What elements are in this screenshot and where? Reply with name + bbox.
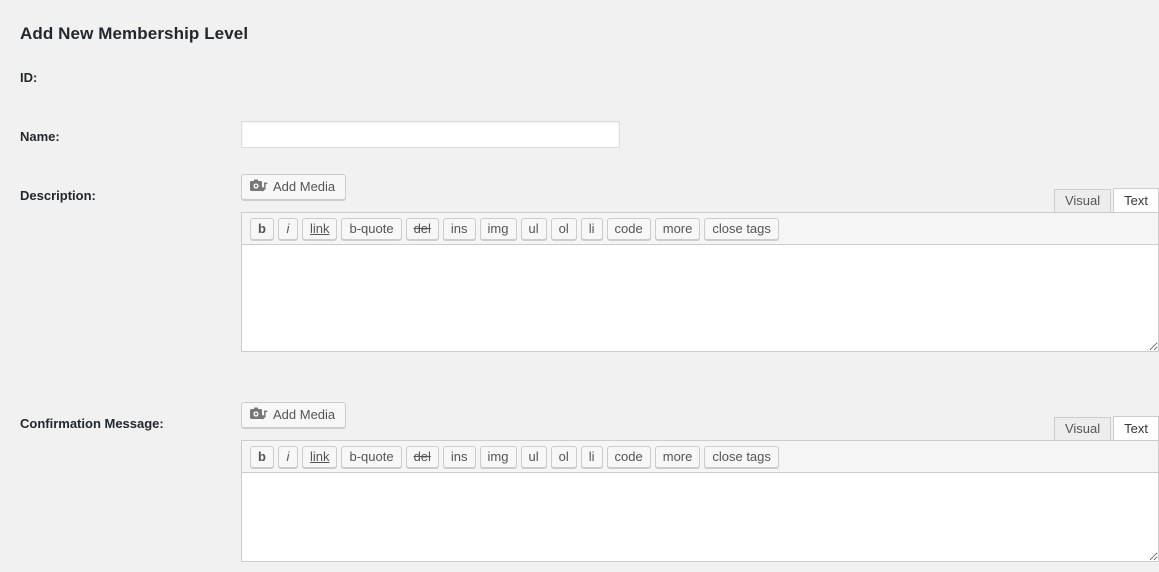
quicktag-del[interactable]: del — [405, 218, 439, 240]
description-editor-tabs: Visual Text — [1052, 185, 1159, 213]
description-textarea[interactable] — [241, 244, 1159, 352]
quicktag-ol[interactable]: ol — [550, 446, 577, 468]
media-icon — [250, 179, 268, 195]
page-title: Add New Membership Level — [20, 24, 249, 44]
add-media-label: Add Media — [273, 407, 336, 422]
quicktag-ul[interactable]: ul — [520, 446, 547, 468]
description-editor-toolbar: Add Media Visual Text — [241, 174, 1159, 213]
add-media-button-confirmation[interactable]: Add Media — [241, 402, 347, 428]
confirmation-editor-tabs: Visual Text — [1052, 413, 1159, 441]
quicktag-ul[interactable]: ul — [520, 218, 547, 240]
quicktag-i[interactable]: i — [277, 446, 298, 468]
name-input[interactable] — [241, 121, 620, 148]
quicktag-more[interactable]: more — [654, 446, 701, 468]
add-media-label: Add Media — [273, 179, 336, 194]
form-row-description: Description: Add Media Visual Text b i l… — [0, 174, 1159, 402]
quicktag-img[interactable]: img — [479, 218, 517, 240]
tab-text[interactable]: Text — [1113, 416, 1159, 441]
confirmation-editor-toolbar: Add Media Visual Text — [241, 402, 1159, 441]
quicktag-link[interactable]: link — [301, 218, 338, 240]
quicktag-code[interactable]: code — [606, 218, 651, 240]
quicktag-more[interactable]: more — [654, 218, 701, 240]
confirmation-label: Confirmation Message: — [20, 416, 164, 431]
form-row-name: Name: — [0, 115, 1159, 174]
quicktag-ins[interactable]: ins — [442, 446, 476, 468]
add-media-button[interactable]: Add Media — [241, 174, 347, 200]
tab-visual[interactable]: Visual — [1053, 189, 1112, 213]
name-field-cell — [241, 121, 620, 148]
quicktag-del[interactable]: del — [405, 446, 439, 468]
confirmation-editor: Add Media Visual Text b i link b-quote d… — [241, 402, 1159, 562]
quicktag-link[interactable]: link — [301, 446, 338, 468]
quicktag-close-tags[interactable]: close tags — [704, 218, 779, 240]
confirmation-field-cell: Add Media Visual Text b i link b-quote d… — [241, 402, 1159, 562]
tab-visual[interactable]: Visual — [1053, 417, 1112, 441]
quicktag-ins[interactable]: ins — [442, 218, 476, 240]
form-row-id: ID: — [0, 56, 1159, 115]
quicktag-i[interactable]: i — [277, 218, 298, 240]
confirmation-textarea[interactable] — [241, 472, 1159, 562]
quicktag-img[interactable]: img — [479, 446, 517, 468]
media-icon — [250, 407, 268, 423]
description-label: Description: — [20, 188, 96, 203]
form-row-confirmation: Confirmation Message: Add Media Visual T… — [0, 402, 1159, 572]
tab-text[interactable]: Text — [1113, 188, 1159, 213]
id-label: ID: — [20, 70, 38, 85]
confirmation-quicktags-toolbar: b i link b-quote del ins img ul ol li co… — [241, 440, 1159, 472]
description-quicktags-toolbar: b i link b-quote del ins img ul ol li co… — [241, 212, 1159, 244]
add-membership-level-page: Add New Membership Level ID: Name: Descr… — [0, 0, 1159, 572]
quicktag-li[interactable]: li — [580, 446, 603, 468]
quicktag-b[interactable]: b — [250, 446, 274, 468]
quicktag-code[interactable]: code — [606, 446, 651, 468]
quicktag-b-quote[interactable]: b-quote — [341, 218, 402, 240]
description-editor: Add Media Visual Text b i link b-quote d… — [241, 174, 1159, 352]
quicktag-close-tags[interactable]: close tags — [704, 446, 779, 468]
quicktag-b[interactable]: b — [250, 218, 274, 240]
name-label: Name: — [20, 129, 60, 144]
quicktag-li[interactable]: li — [580, 218, 603, 240]
quicktag-b-quote[interactable]: b-quote — [341, 446, 402, 468]
membership-level-form: ID: Name: Description: Add Media Visual … — [0, 56, 1159, 572]
description-field-cell: Add Media Visual Text b i link b-quote d… — [241, 174, 1159, 352]
quicktag-ol[interactable]: ol — [550, 218, 577, 240]
